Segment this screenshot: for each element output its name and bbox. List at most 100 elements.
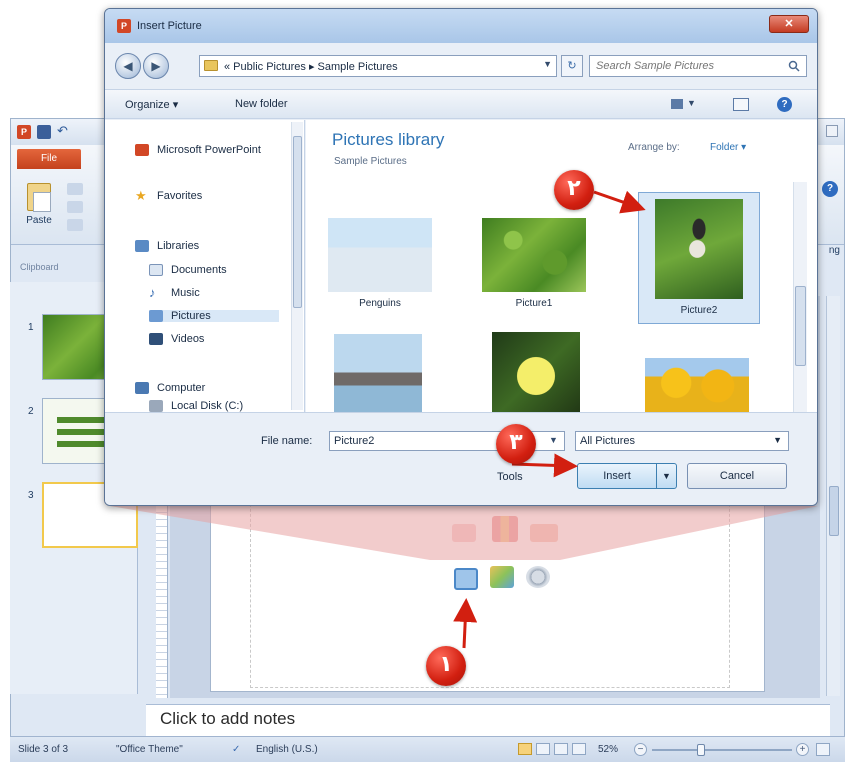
insert-button[interactable]: Insert ▼ [577, 463, 677, 489]
spellcheck-icon[interactable]: ✓ [232, 744, 240, 755]
copy-icon[interactable] [67, 201, 83, 213]
insert-label: Insert [603, 470, 631, 482]
zoom-out-button[interactable]: − [634, 743, 647, 756]
thumbnail-image [645, 358, 749, 420]
insert-table-icon[interactable] [452, 524, 476, 542]
breadcrumb[interactable]: « Public Pictures ▸ Sample Pictures [224, 60, 398, 73]
nav-item-libraries[interactable]: Libraries [135, 240, 199, 252]
picture-item-picture2[interactable]: Picture2 [638, 192, 760, 324]
zoom-in-button[interactable]: + [796, 743, 809, 756]
back-button[interactable]: ◀ [115, 53, 141, 79]
thumbnail-number: 3 [28, 490, 34, 501]
paste-label: Paste [26, 215, 52, 226]
nav-item-label: Pictures [171, 310, 211, 322]
dialog-title: Insert Picture [137, 20, 202, 32]
format-painter-icon[interactable] [67, 219, 83, 231]
normal-view-button[interactable] [518, 743, 532, 755]
search-box[interactable] [589, 55, 807, 77]
picture-item-penguins[interactable]: Penguins [322, 218, 438, 309]
picture-item-picture1[interactable]: Picture1 [476, 218, 592, 309]
status-bar: Slide 3 of 3 "Office Theme" ✓ English (U… [10, 736, 845, 762]
paste-button[interactable]: Paste [17, 181, 61, 237]
thumbnail-number: 1 [28, 322, 34, 333]
close-button[interactable]: ✕ [769, 15, 809, 33]
vertical-scrollbar[interactable] [826, 296, 840, 696]
window-control-button[interactable] [826, 125, 838, 137]
organize-button[interactable]: Organize ▾ [125, 98, 178, 111]
nav-item-computer[interactable]: Computer [135, 382, 205, 394]
save-icon[interactable] [37, 125, 51, 139]
undo-icon[interactable]: ↶ [57, 124, 71, 139]
powerpoint-icon [135, 144, 149, 156]
nav-item-label: Microsoft PowerPoint [157, 144, 261, 156]
videos-icon [149, 333, 163, 345]
tools-button[interactable]: Tools [497, 471, 523, 483]
slideshow-button[interactable] [572, 743, 586, 755]
insert-options-dropdown[interactable]: ▼ [656, 464, 676, 488]
help-icon[interactable]: ? [822, 181, 838, 197]
scrollbar-thumb[interactable] [293, 136, 302, 308]
nav-item-label: Local Disk (C:) [171, 400, 244, 412]
clipboard-group-label: Clipboard [20, 262, 59, 272]
file-type-value: All Pictures [580, 435, 636, 447]
search-icon[interactable] [788, 60, 800, 72]
nav-item-powerpoint[interactable]: Microsoft PowerPoint [135, 144, 261, 156]
library-title: Pictures library [332, 130, 445, 149]
refresh-button[interactable]: ↻ [561, 55, 583, 77]
thumbnail-image [328, 218, 432, 292]
nav-item-label: Videos [171, 333, 205, 345]
file-name-label: File name: [261, 435, 313, 447]
help-icon[interactable]: ? [777, 97, 792, 112]
preview-pane-button[interactable] [733, 98, 749, 111]
disk-icon [149, 400, 163, 412]
cut-icon[interactable] [67, 183, 83, 195]
ribbon-partial-label: ng [828, 245, 840, 256]
nav-item-videos[interactable]: Videos [149, 333, 204, 345]
language-indicator[interactable]: English (U.S.) [256, 744, 318, 755]
zoom-slider[interactable] [652, 749, 792, 751]
file-list-scrollbar[interactable] [793, 182, 807, 412]
thumbnail-image [482, 218, 586, 292]
powerpoint-app-icon[interactable]: P [17, 125, 31, 139]
navigation-pane: Microsoft PowerPoint ★ Favorites Librari… [105, 120, 305, 412]
nav-item-local-disk[interactable]: Local Disk (C:) [149, 400, 243, 412]
arrange-by-dropdown[interactable]: Folder ▾ [710, 142, 746, 153]
nav-item-label: Music [171, 287, 200, 299]
slide-sorter-button[interactable] [536, 743, 550, 755]
picture-label: Penguins [359, 298, 401, 309]
nav-item-pictures[interactable]: Pictures [149, 310, 279, 322]
forward-button[interactable]: ▶ [143, 53, 169, 79]
chevron-down-icon[interactable]: ▼ [549, 435, 558, 445]
slide-counter: Slide 3 of 3 [18, 744, 69, 755]
picture-label: Picture2 [680, 305, 718, 316]
scrollbar-thumb[interactable] [829, 486, 839, 536]
search-input[interactable] [596, 60, 776, 72]
dialog-titlebar: P Insert Picture ✕ [105, 9, 817, 43]
insert-chart-icon[interactable] [492, 516, 518, 542]
insert-media-icon[interactable] [526, 566, 550, 588]
fit-to-window-button[interactable] [816, 743, 830, 756]
change-view-button[interactable]: ▼ [671, 98, 701, 112]
notes-pane[interactable]: Click to add notes [146, 704, 830, 736]
file-type-select[interactable]: All Pictures ▼ [575, 431, 789, 451]
chevron-down-icon[interactable]: ▼ [543, 59, 552, 69]
reading-view-button[interactable] [554, 743, 568, 755]
new-folder-button[interactable]: New folder [235, 98, 288, 110]
nav-item-music[interactable]: ♪ Music [149, 286, 200, 299]
thumbnail-image [492, 332, 580, 420]
cancel-button[interactable]: Cancel [687, 463, 787, 489]
arrange-by-label: Arrange by: [628, 142, 680, 153]
clip-art-icon[interactable] [490, 566, 514, 588]
insert-picture-icon[interactable] [454, 568, 478, 590]
step-marker-3: ۳ [496, 424, 536, 464]
address-bar[interactable]: « Public Pictures ▸ Sample Pictures ▼ [199, 55, 557, 77]
nav-item-favorites[interactable]: ★ Favorites [135, 189, 202, 202]
insert-smartart-icon[interactable] [530, 524, 558, 542]
navigation-scrollbar[interactable] [291, 122, 303, 410]
file-tab[interactable]: File [17, 149, 81, 169]
zoom-level[interactable]: 52% [598, 744, 618, 755]
nav-item-label: Libraries [157, 240, 200, 252]
nav-item-documents[interactable]: Documents [149, 264, 227, 276]
scrollbar-thumb[interactable] [795, 286, 806, 366]
zoom-slider-handle[interactable] [697, 744, 705, 756]
